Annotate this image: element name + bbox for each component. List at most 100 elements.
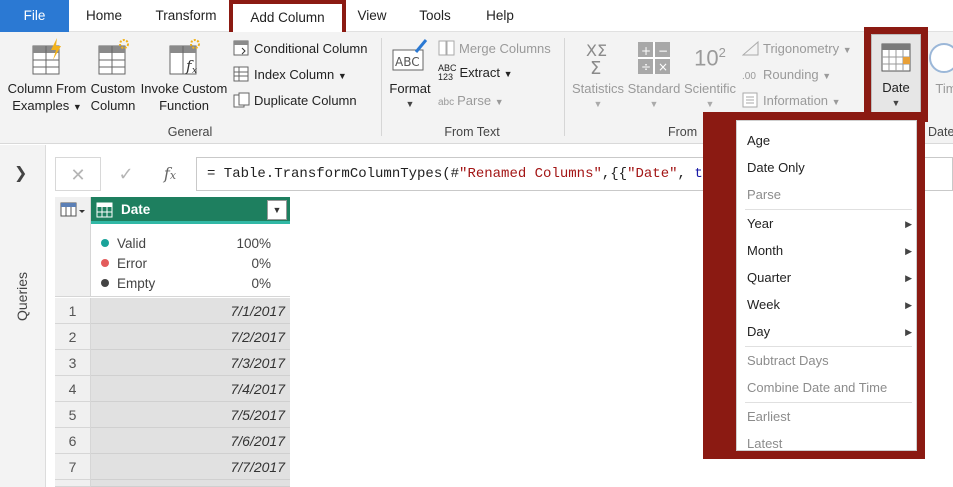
svg-text:x: x bbox=[192, 66, 197, 76]
row-number[interactable]: 7 bbox=[55, 454, 91, 480]
group-label-date: Date bbox=[928, 125, 953, 139]
row-number[interactable]: 3 bbox=[55, 350, 91, 376]
column-from-examples-label2: Examples bbox=[12, 98, 70, 113]
menu-item-earliest[interactable]: Earliest bbox=[747, 406, 912, 428]
extract-button[interactable]: ABC 123 Extract ▼ bbox=[438, 64, 513, 83]
menu-bar: File Home Transform Add Column View Tool… bbox=[0, 0, 953, 33]
table-cell-partial bbox=[91, 480, 290, 487]
tab-add-column[interactable]: Add Column bbox=[229, 0, 346, 33]
information-button[interactable]: Information ▼ bbox=[742, 92, 841, 111]
column-from-examples-button[interactable]: Column From Examples ▼ bbox=[4, 38, 90, 116]
row-number[interactable]: 5 bbox=[55, 402, 91, 428]
tab-help[interactable]: Help bbox=[478, 0, 522, 32]
row-number[interactable]: 6 bbox=[55, 428, 91, 454]
queries-label-wrapper[interactable]: Queries bbox=[14, 265, 32, 325]
table-cell[interactable]: 7/2/2017 bbox=[91, 324, 290, 350]
queries-pane: ❯ Queries bbox=[0, 145, 46, 487]
table-cell[interactable]: 7/7/2017 bbox=[91, 454, 290, 480]
tab-file[interactable]: File bbox=[0, 0, 69, 32]
duplicate-column-button[interactable]: Duplicate Column bbox=[233, 92, 357, 109]
trigonometry-icon bbox=[741, 40, 759, 56]
table-cell[interactable]: 7/1/2017 bbox=[91, 298, 290, 324]
column-filter-chevron-icon[interactable]: ▼ bbox=[267, 200, 287, 220]
standard-operators-icon: + − ÷ × bbox=[638, 42, 670, 74]
menu-item-month[interactable]: Month ▶ bbox=[747, 240, 912, 262]
duplicate-column-label: Duplicate Column bbox=[254, 93, 357, 108]
date-button[interactable]: Date ▼ bbox=[871, 34, 921, 116]
chevron-right-icon: ▶ bbox=[905, 327, 912, 337]
chevron-down-icon: ▼ bbox=[649, 99, 659, 109]
statistics-button[interactable]: XΣ Σ Statistics ▼ bbox=[570, 38, 626, 109]
invoke-custom-function-button[interactable]: f x Invoke Custom Function bbox=[138, 38, 230, 114]
chevron-down-icon: ▼ bbox=[831, 97, 841, 107]
custom-column-label2: Column bbox=[90, 98, 136, 113]
information-icon bbox=[742, 92, 758, 108]
menu-item-date-only[interactable]: Date Only bbox=[747, 157, 912, 179]
merge-columns-button[interactable]: Merge Columns bbox=[438, 40, 551, 57]
index-column-button[interactable]: Index Column ▼ bbox=[233, 66, 347, 85]
row-number[interactable]: 1 bbox=[55, 298, 91, 324]
trigonometry-button[interactable]: Trigonometry ▼ bbox=[741, 40, 852, 59]
row-number[interactable]: 4 bbox=[55, 376, 91, 402]
information-label: Information bbox=[763, 93, 829, 108]
menu-item-year[interactable]: Year ▶ bbox=[747, 213, 912, 235]
quality-empty-row: Empty 0% bbox=[101, 274, 271, 294]
scientific-icon-exponent: 2 bbox=[718, 45, 726, 60]
rounding-button[interactable]: .00 Rounding ▼ bbox=[742, 66, 831, 85]
table-menu-icon[interactable] bbox=[60, 202, 86, 221]
expand-queries-chevron-icon[interactable]: ❯ bbox=[14, 163, 27, 183]
cancel-formula-icon[interactable]: ✕ bbox=[55, 157, 101, 191]
menu-item-quarter[interactable]: Quarter ▶ bbox=[747, 267, 912, 289]
index-column-icon bbox=[233, 66, 249, 82]
time-button[interactable]: Tim bbox=[926, 38, 953, 97]
date-label: Date bbox=[882, 80, 910, 95]
table-cell[interactable]: 7/6/2017 bbox=[91, 428, 290, 454]
chevron-down-icon: ▼ bbox=[503, 69, 513, 79]
rounding-icon: .00 bbox=[742, 71, 756, 82]
column-header-date[interactable]: Date ▼ bbox=[91, 197, 290, 224]
table-cell[interactable]: 7/5/2017 bbox=[91, 402, 290, 428]
tab-home[interactable]: Home bbox=[72, 0, 136, 32]
tab-tools[interactable]: Tools bbox=[412, 0, 458, 32]
chevron-down-icon: ▼ bbox=[705, 99, 715, 109]
tab-view[interactable]: View bbox=[350, 0, 394, 32]
menu-item-age[interactable]: Age bbox=[747, 130, 912, 152]
menu-separator bbox=[745, 346, 912, 347]
formula-mid-2: , bbox=[677, 166, 695, 182]
scientific-button[interactable]: 102 Scientific ▼ bbox=[682, 38, 738, 109]
chevron-down-icon: ▼ bbox=[72, 102, 82, 112]
error-dot-icon bbox=[101, 259, 109, 267]
table-cell[interactable]: 7/4/2017 bbox=[91, 376, 290, 402]
svg-text:+: + bbox=[641, 44, 651, 58]
table-cell[interactable]: 7/3/2017 bbox=[91, 350, 290, 376]
tab-transform[interactable]: Transform bbox=[145, 0, 227, 32]
column-from-examples-icon bbox=[32, 38, 61, 75]
menu-item-parse[interactable]: Parse bbox=[747, 184, 912, 206]
standard-button[interactable]: + − ÷ × Standard ▼ bbox=[626, 38, 682, 109]
custom-column-button[interactable]: Custom Column bbox=[88, 38, 138, 114]
queries-label: Queries bbox=[14, 271, 30, 321]
menu-item-day[interactable]: Day ▶ bbox=[747, 321, 912, 343]
grid-corner bbox=[55, 197, 91, 297]
svg-text:÷: ÷ bbox=[641, 60, 651, 74]
chevron-down-icon: ▼ bbox=[842, 45, 852, 55]
menu-item-week[interactable]: Week ▶ bbox=[747, 294, 912, 316]
menu-item-quarter-label: Quarter bbox=[747, 270, 792, 285]
chevron-down-icon: ▼ bbox=[822, 71, 832, 81]
chevron-right-icon: ▶ bbox=[905, 246, 912, 256]
menu-separator bbox=[745, 209, 912, 210]
menu-item-subtract-days[interactable]: Subtract Days bbox=[747, 350, 912, 372]
menu-item-combine-date-time[interactable]: Combine Date and Time bbox=[747, 377, 912, 399]
calendar-type-icon[interactable] bbox=[96, 202, 114, 218]
valid-dot-icon bbox=[101, 239, 109, 247]
svg-text:×: × bbox=[658, 60, 668, 74]
conditional-column-button[interactable]: Conditional Column bbox=[233, 40, 367, 57]
parse-label: Parse bbox=[457, 93, 492, 108]
format-button[interactable]: ABC Format ▼ bbox=[386, 38, 434, 109]
scientific-icon-base: 10 bbox=[694, 45, 719, 71]
menu-item-latest[interactable]: Latest bbox=[747, 433, 912, 455]
row-number[interactable]: 2 bbox=[55, 324, 91, 350]
insert-function-icon[interactable]: fx bbox=[147, 157, 193, 191]
confirm-formula-icon[interactable]: ✓ bbox=[103, 157, 149, 191]
parse-button[interactable]: abc Parse ▼ bbox=[438, 92, 504, 111]
